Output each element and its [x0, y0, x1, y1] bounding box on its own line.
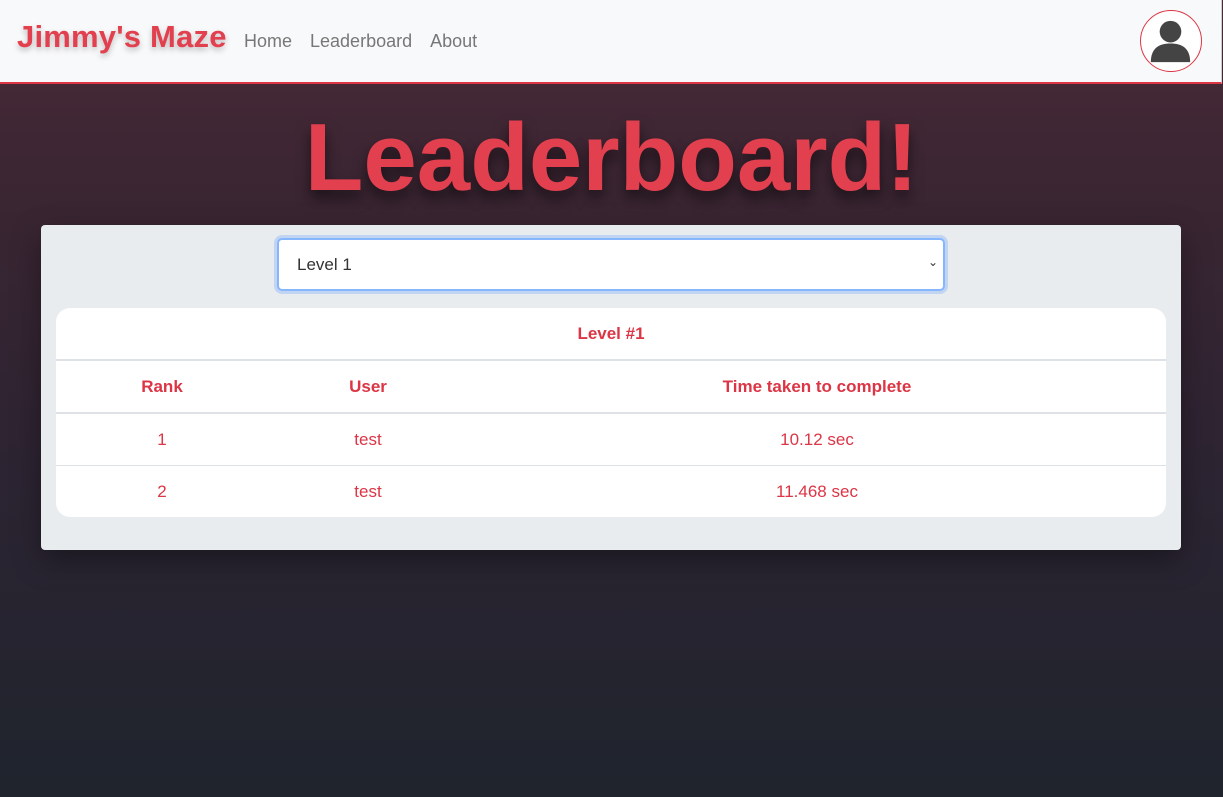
level-select[interactable]: Level 1 ⌄ [277, 238, 945, 291]
nav-link-about[interactable]: About [430, 31, 477, 52]
table-header-row: Rank User Time taken to complete [56, 361, 1166, 414]
header-user: User [268, 361, 468, 414]
chevron-down-icon: ⌄ [927, 255, 938, 269]
nav-links: Home Leaderboard About [244, 31, 477, 52]
nav-link-home[interactable]: Home [244, 31, 292, 52]
table-row: 1 test 10.12 sec [56, 413, 1166, 466]
cell-user: test [268, 465, 468, 517]
header-rank: Rank [56, 361, 268, 414]
cell-user: test [354, 429, 382, 449]
table-caption: Level #1 [56, 308, 1166, 361]
navbar: Jimmy's Maze Home Leaderboard About [0, 0, 1222, 84]
leaderboard-panel: Level 1 ⌄ Level #1 Rank User Time taken … [41, 225, 1181, 550]
cell-rank: 1 [157, 429, 167, 449]
leaderboard-table-card: Level #1 Rank User Time taken to complet… [56, 308, 1166, 517]
leaderboard-table: Rank User Time taken to complete 1 test … [56, 361, 1166, 517]
nav-link-leaderboard[interactable]: Leaderboard [310, 31, 412, 52]
header-time: Time taken to complete [468, 361, 1166, 414]
cell-time: 11.468 sec [468, 465, 1166, 517]
level-select-value: Level 1 [297, 255, 352, 274]
user-avatar-icon[interactable] [1140, 10, 1202, 72]
cell-time: 10.12 sec [780, 429, 854, 449]
page-title: Leaderboard! [304, 104, 919, 211]
brand-logo[interactable]: Jimmy's Maze [17, 19, 227, 55]
table-row: 2 test 11.468 sec [56, 465, 1166, 517]
cell-rank: 2 [56, 465, 268, 517]
